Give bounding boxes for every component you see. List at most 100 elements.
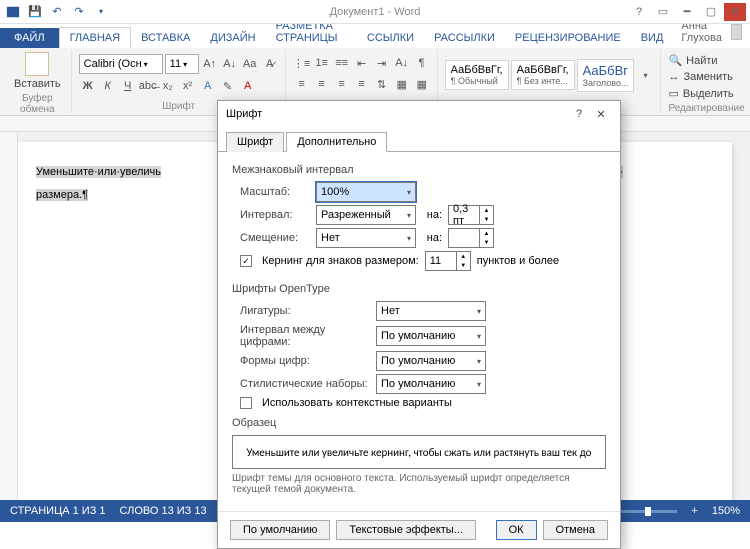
subscript-icon[interactable]: x₂ — [159, 77, 177, 95]
dialog-title: Шрифт — [226, 108, 262, 120]
ribbon-options-icon[interactable]: ▭ — [652, 3, 674, 21]
tab-home[interactable]: ГЛАВНАЯ — [59, 27, 131, 48]
outdent-icon[interactable]: ⇤ — [353, 54, 371, 72]
font-color-icon[interactable]: A — [239, 77, 257, 95]
qat-dropdown-icon[interactable]: ▾ — [92, 3, 110, 21]
cancel-button[interactable]: Отмена — [543, 520, 608, 540]
find-button[interactable]: 🔍Найти — [668, 52, 744, 69]
replace-icon: ↔ — [668, 71, 679, 83]
window-title: Документ1 - Word — [330, 6, 421, 18]
tab-view[interactable]: ВИД — [631, 28, 674, 48]
minimize-icon[interactable]: ━ — [676, 3, 698, 21]
style-heading1[interactable]: АаБбВгЗаголово... — [577, 59, 635, 92]
align-center-icon[interactable]: ≡ — [313, 75, 331, 93]
section-opentype: Шрифты OpenType — [232, 283, 606, 295]
avatar-icon — [731, 24, 742, 40]
paste-icon — [25, 52, 49, 76]
show-marks-icon[interactable]: ¶ — [413, 54, 431, 72]
stylistic-sets-select[interactable]: По умолчанию▾ — [376, 374, 486, 394]
borders-icon[interactable]: ▦ — [413, 75, 431, 93]
save-icon[interactable]: 💾 — [26, 3, 44, 21]
group-clipboard: Вставить Буфер обмена — [4, 50, 72, 113]
section-char-spacing: Межзнаковый интервал — [232, 164, 606, 176]
italic-icon[interactable]: К — [99, 77, 117, 95]
tab-insert[interactable]: ВСТАВКА — [131, 28, 200, 48]
dialog-tab-font[interactable]: Шрифт — [226, 132, 284, 152]
highlight-icon[interactable]: ✎ — [219, 77, 237, 95]
font-size-select[interactable]: 11▾ — [165, 54, 199, 74]
dialog-tabs: Шрифт Дополнительно — [218, 127, 620, 152]
dialog-close-icon[interactable]: ✕ — [590, 103, 612, 125]
spacing-select[interactable]: Разреженный▾ — [316, 205, 416, 225]
redo-icon[interactable]: ↷ — [70, 3, 88, 21]
underline-icon[interactable]: Ч — [119, 77, 137, 95]
title-bar: 💾 ↶ ↷ ▾ Документ1 - Word ? ▭ ━ ▢ ✕ — [0, 0, 750, 24]
ribbon-tabs: ФАЙЛ ГЛАВНАЯ ВСТАВКА ДИЗАЙН РАЗМЕТКА СТР… — [0, 24, 750, 48]
section-preview: Образец — [232, 417, 606, 429]
numbering-icon[interactable]: 1≡ — [313, 54, 331, 72]
word-icon[interactable] — [4, 3, 22, 21]
help-icon[interactable]: ? — [628, 3, 650, 21]
zoom-in-icon[interactable]: + — [691, 505, 697, 517]
style-normal[interactable]: АаБбВвГг,¶ Обычный — [445, 60, 509, 90]
paste-button[interactable]: Вставить — [10, 50, 65, 92]
number-spacing-select[interactable]: По умолчанию▾ — [376, 326, 486, 346]
superscript-icon[interactable]: x² — [179, 77, 197, 95]
bullets-icon[interactable]: ⋮≡ — [293, 54, 311, 72]
scale-select[interactable]: 100%▾ — [316, 182, 416, 202]
ok-button[interactable]: ОК — [496, 520, 537, 540]
align-right-icon[interactable]: ≡ — [333, 75, 351, 93]
contextual-checkbox[interactable] — [240, 397, 252, 409]
kerning-size-spinner[interactable]: 11▲▼ — [425, 251, 471, 271]
ligatures-select[interactable]: Нет▾ — [376, 301, 486, 321]
maximize-icon[interactable]: ▢ — [700, 3, 722, 21]
tab-design[interactable]: ДИЗАЙН — [200, 28, 265, 48]
align-left-icon[interactable]: ≡ — [293, 75, 311, 93]
select-icon: ▭ — [668, 87, 678, 100]
group-editing: 🔍Найти ↔Заменить ▭Выделить Редактировани… — [662, 50, 750, 113]
zoom-thumb[interactable] — [645, 507, 651, 516]
shrink-font-icon[interactable]: A↓ — [221, 55, 239, 73]
position-select[interactable]: Нет▾ — [316, 228, 416, 248]
kerning-checkbox[interactable]: ✓ — [240, 255, 252, 267]
tab-references[interactable]: ССЫЛКИ — [357, 28, 424, 48]
spacing-by-spinner[interactable]: 0,3 пт▲▼ — [448, 205, 494, 225]
indent-icon[interactable]: ⇥ — [373, 54, 391, 72]
tab-mailings[interactable]: РАССЫЛКИ — [424, 28, 505, 48]
shading-icon[interactable]: ▦ — [393, 75, 411, 93]
change-case-icon[interactable]: Aa — [241, 55, 259, 73]
zoom-level[interactable]: 150% — [712, 505, 740, 517]
strike-icon[interactable]: abc̶ — [139, 77, 157, 95]
grow-font-icon[interactable]: A↑ — [201, 55, 219, 73]
word-count[interactable]: СЛОВО 13 ИЗ 13 — [120, 505, 207, 517]
quick-access-toolbar: 💾 ↶ ↷ ▾ — [4, 3, 110, 21]
line-spacing-icon[interactable]: ⇅ — [373, 75, 391, 93]
font-name-select[interactable]: Calibri (Осн▾ — [79, 54, 163, 74]
tab-file[interactable]: ФАЙЛ — [0, 28, 59, 48]
justify-icon[interactable]: ≡ — [353, 75, 371, 93]
close-icon[interactable]: ✕ — [724, 3, 746, 21]
tab-review[interactable]: РЕЦЕНЗИРОВАНИЕ — [505, 28, 631, 48]
styles-more-icon[interactable]: ▾ — [636, 66, 654, 84]
find-icon: 🔍 — [668, 54, 682, 67]
page-count[interactable]: СТРАНИЦА 1 ИЗ 1 — [10, 505, 106, 517]
font-hint: Шрифт темы для основного текста. Использ… — [232, 473, 606, 495]
style-nospace[interactable]: АаБбВвГг,¶ Без инте... — [511, 60, 575, 90]
position-by-spinner[interactable]: ▲▼ — [448, 228, 494, 248]
dialog-titlebar[interactable]: Шрифт ? ✕ — [218, 101, 620, 127]
multilevel-icon[interactable]: ≡≡ — [333, 54, 351, 72]
replace-button[interactable]: ↔Заменить — [668, 69, 744, 85]
dialog-help-icon[interactable]: ? — [568, 103, 590, 125]
dialog-tab-advanced[interactable]: Дополнительно — [286, 132, 387, 152]
bold-icon[interactable]: Ж — [79, 77, 97, 95]
sort-icon[interactable]: A↓ — [393, 54, 411, 72]
vertical-ruler[interactable] — [0, 132, 18, 500]
clear-format-icon[interactable]: A̷ — [261, 55, 279, 73]
select-button[interactable]: ▭Выделить — [668, 85, 744, 102]
text-effects-icon[interactable]: A — [199, 77, 217, 95]
text-effects-button[interactable]: Текстовые эффекты... — [336, 520, 476, 540]
default-button[interactable]: По умолчанию — [230, 520, 330, 540]
number-forms-select[interactable]: По умолчанию▾ — [376, 351, 486, 371]
font-preview: Уменьшите или увеличьте кернинг, чтобы с… — [232, 435, 606, 469]
undo-icon[interactable]: ↶ — [48, 3, 66, 21]
